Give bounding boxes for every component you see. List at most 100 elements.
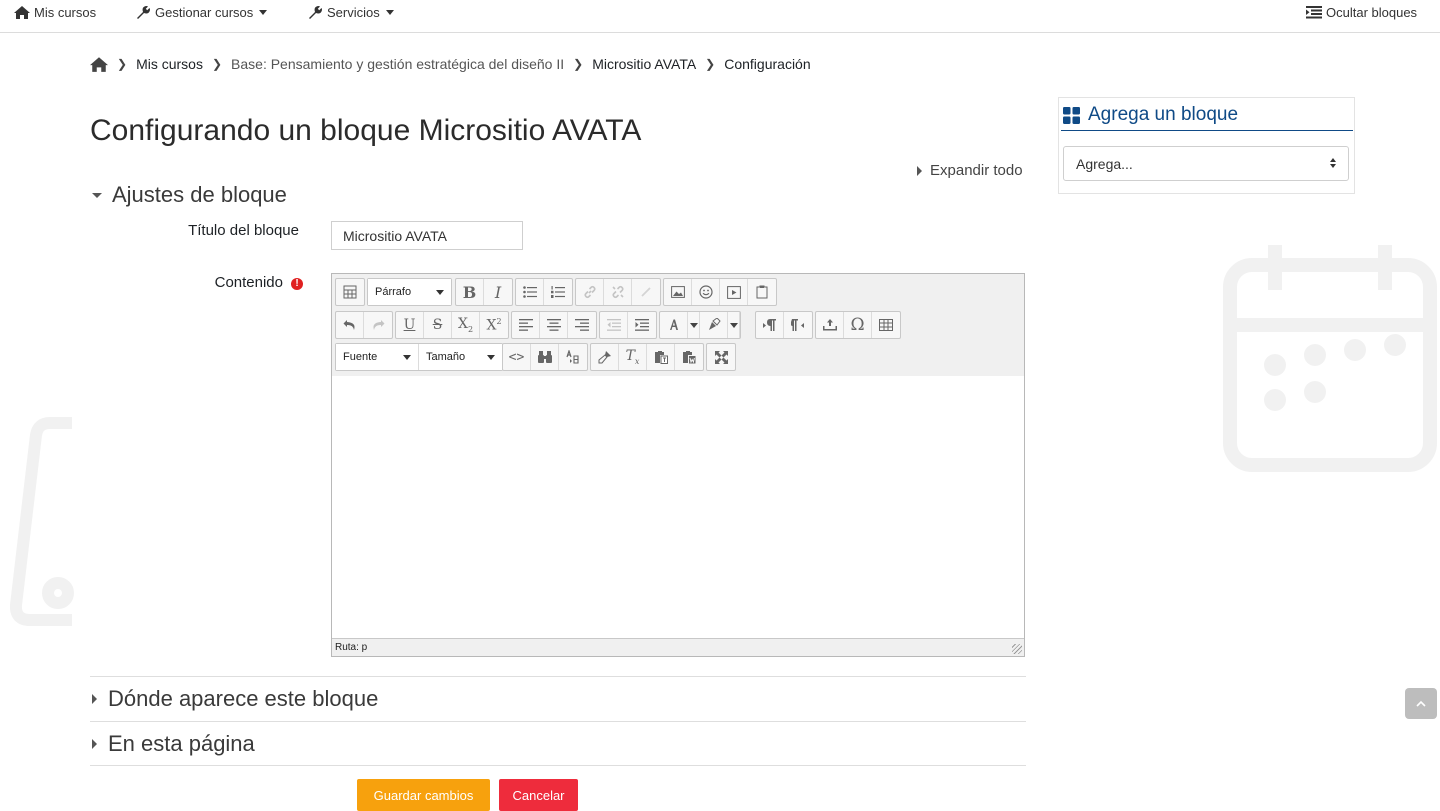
insert-break-icon[interactable] [816,312,844,338]
spellcheck-icon[interactable] [559,344,587,370]
underline-icon[interactable]: U [396,312,424,338]
link-icon[interactable] [576,279,604,305]
save-changes-button[interactable]: Guardar cambios [357,779,490,811]
section-on-this-page[interactable]: En esta página [92,731,255,757]
block-title-input[interactable] [331,221,523,250]
subscript-icon[interactable]: X2 [452,312,480,338]
section-where-appears-label: Dónde aparece este bloque [108,686,379,711]
calendar-watermark-icon [1223,245,1437,472]
align-center-icon[interactable] [540,312,568,338]
background-color-icon[interactable] [700,312,728,338]
redo-icon[interactable] [364,312,392,338]
bold-icon[interactable]: B [456,279,484,305]
block-title-label: Título del bloque [188,222,299,239]
wrench-icon [137,5,150,19]
format-select[interactable]: Párrafo [368,279,451,305]
toolbar-group-links [575,278,661,306]
toolbar-group-insert [663,278,777,306]
media-icon[interactable] [720,279,748,305]
content-label: Contenido [214,274,283,291]
expand-all-link[interactable]: Expandir todo [917,162,1023,179]
chevron-right-icon: ❯ [211,57,223,71]
toolbar-group-scripts: U S X2 X2 [395,311,509,339]
background-color-dropdown[interactable] [728,312,740,338]
breadcrumb-item-my-courses[interactable]: Mis cursos [136,56,203,72]
ltr-paragraph-icon[interactable] [756,312,784,338]
strikethrough-icon[interactable]: S [424,312,452,338]
toolbar-group-toggle [335,278,365,306]
font-size-select[interactable]: Tamaño [419,344,502,370]
toolbar-group-format: Párrafo [367,278,452,306]
manage-files-icon[interactable] [748,279,776,305]
resize-handle-icon[interactable] [1012,644,1022,654]
scroll-to-top-button[interactable] [1405,688,1437,719]
special-character-icon[interactable]: Ω [844,312,872,338]
italic-icon[interactable]: I [484,279,512,305]
add-block-select[interactable]: Agrega... [1063,146,1349,181]
text-color-dropdown[interactable] [688,312,700,338]
toolbar-toggle-icon[interactable] [336,279,364,305]
section-on-this-page-label: En esta página [108,731,255,756]
breadcrumb-item-configuration: Configuración [724,56,811,72]
hide-blocks-label: Ocultar bloques [1326,4,1418,20]
nav-manage-courses[interactable]: Gestionar cursos [136,0,268,24]
section-where-appears[interactable]: Dónde aparece este bloque [92,686,378,712]
font-family-select[interactable]: Fuente [336,344,419,370]
nav-services[interactable]: Servicios [308,0,394,24]
search-replace-icon[interactable] [531,344,559,370]
home-icon [14,5,30,19]
html-source-icon[interactable]: <> [503,344,531,370]
select-arrows-icon [1330,158,1336,168]
add-block-heading-row: Agrega un bloque [1063,104,1238,126]
cancel-button[interactable]: Cancelar [499,779,578,811]
rich-text-editor: Párrafo B I U S X2 X2 Ω Fuente Tamaño <>… [331,273,1025,657]
breadcrumb-item-course[interactable]: Base: Pensamiento y gestión estratégica … [231,56,564,72]
toolbar-group-lists [515,278,573,306]
rtl-paragraph-icon[interactable] [784,312,812,338]
nav-services-label: Servicios [327,4,380,20]
numbered-list-icon[interactable] [544,279,572,305]
chevron-down-icon [403,355,411,360]
hide-blocks-button[interactable]: Ocultar bloques [1306,0,1417,24]
paste-text-icon[interactable] [647,344,675,370]
caret-right-icon [92,739,97,749]
image-icon[interactable] [664,279,692,305]
block-heading-underline [1061,130,1353,131]
indent-icon[interactable] [628,312,656,338]
editor-path: Ruta: p [335,642,368,653]
toolbar-group-fullscreen [706,343,736,371]
table-icon[interactable] [872,312,900,338]
emoticon-icon[interactable] [692,279,720,305]
nav-my-courses[interactable]: Mis cursos [14,0,96,24]
add-block-select-value: Agrega... [1076,155,1133,172]
nav-my-courses-label: Mis cursos [34,4,97,20]
toolbar-group-extras: Ω [815,311,901,339]
breadcrumb-item-block[interactable]: Micrositio AVATA [592,56,696,72]
outdent-icon[interactable] [600,312,628,338]
align-right-icon[interactable] [568,312,596,338]
toolbar-group-indent [599,311,657,339]
nav-manage-courses-label: Gestionar cursos [155,4,254,20]
text-color-icon[interactable] [660,312,688,338]
fullscreen-icon[interactable] [707,344,735,370]
home-icon[interactable] [90,56,108,72]
anchor-icon[interactable] [632,279,660,305]
clear-formatting-icon[interactable]: Tx [619,344,647,370]
toolbar-group-clipboard: Tx [590,343,704,371]
section-block-settings[interactable]: Ajustes de bloque [92,182,287,208]
align-left-icon[interactable] [512,312,540,338]
toolbar-group-tools: <> [502,343,588,371]
add-block-heading: Agrega un bloque [1088,104,1239,125]
editor-content-area[interactable] [332,376,1024,638]
bullet-list-icon[interactable] [516,279,544,305]
chevron-down-icon [689,322,698,328]
chevron-right-icon: ❯ [117,57,128,71]
paste-word-icon[interactable] [675,344,703,370]
device-watermark-icon [10,417,74,626]
clean-html-icon[interactable] [591,344,619,370]
undo-icon[interactable] [336,312,364,338]
chevron-right-icon: ❯ [573,57,584,71]
unlink-icon[interactable] [604,279,632,305]
caret-right-icon [917,165,922,176]
superscript-icon[interactable]: X2 [480,312,508,338]
